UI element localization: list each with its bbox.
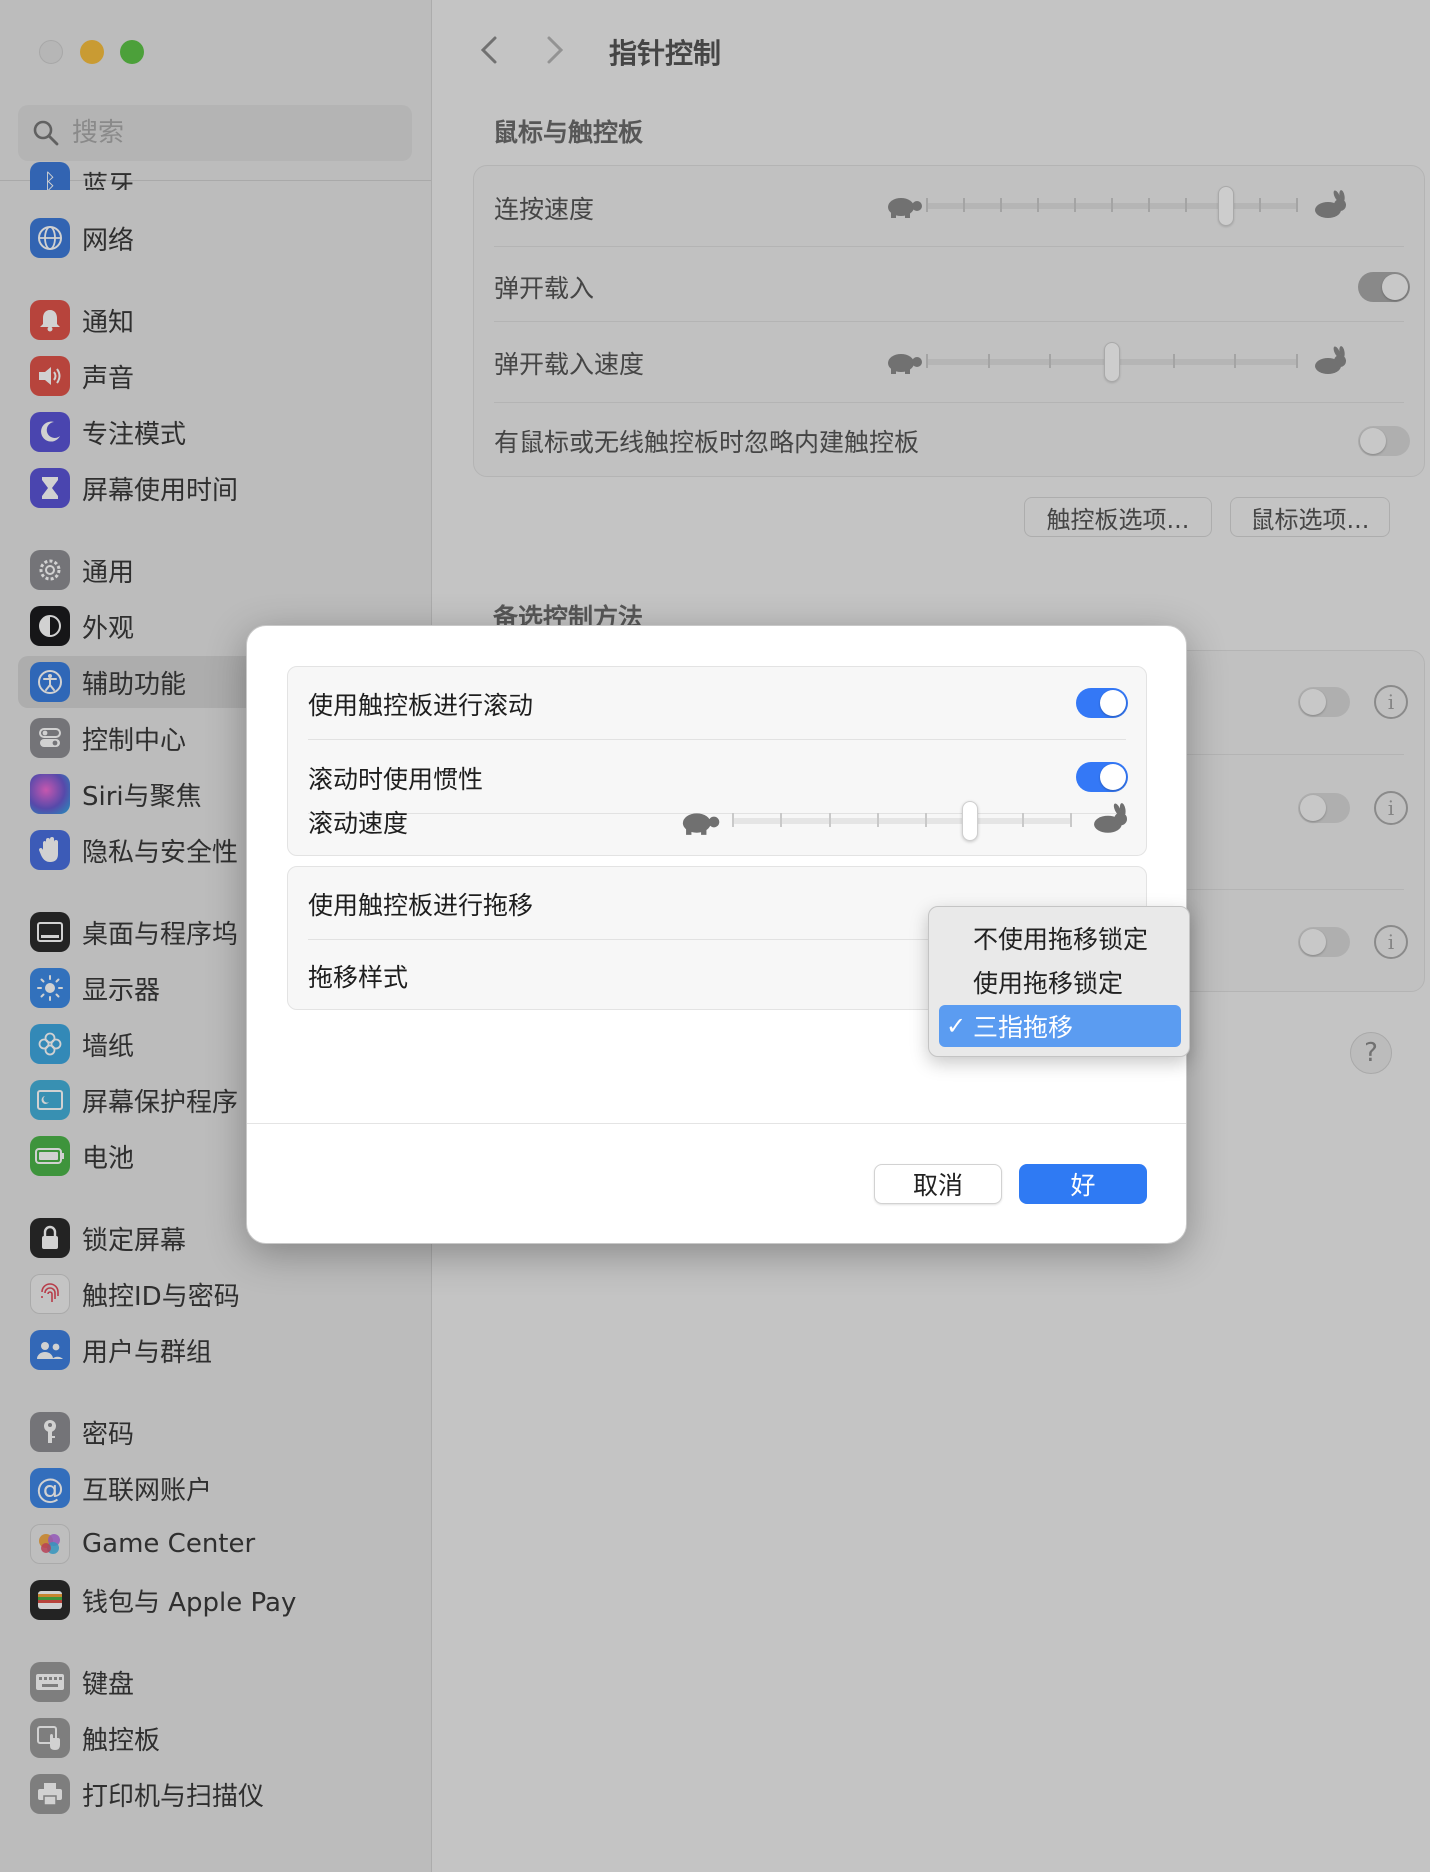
- slider-tick: [877, 813, 879, 827]
- menu-item-label: 使用拖移锁定: [973, 969, 1124, 998]
- ok-button[interactable]: 好: [1019, 1164, 1147, 1204]
- row-divider: [308, 739, 1126, 740]
- scroll-speed-label: 滚动速度: [308, 809, 409, 838]
- menu-item-label: 三指拖移: [973, 1013, 1074, 1042]
- slider-tick: [732, 813, 734, 827]
- dialog-footer-divider: [247, 1123, 1186, 1124]
- slider-tick: [780, 813, 782, 827]
- slider-knob[interactable]: [962, 801, 978, 841]
- rabbit-icon: [1094, 803, 1127, 833]
- slider-tick: [1070, 813, 1072, 827]
- slider-tick: [925, 813, 927, 827]
- slider-tick: [829, 813, 831, 827]
- drag-with-trackpad-label: 使用触控板进行拖移: [308, 891, 534, 920]
- scroll-speed-slider[interactable]: [732, 801, 1072, 841]
- slider-tick: [1022, 813, 1024, 827]
- scroll-with-trackpad-toggle[interactable]: [1076, 688, 1128, 718]
- scroll-with-trackpad-row: 使用触控板进行滚动: [308, 667, 1126, 741]
- scroll-group: 使用触控板进行滚动 滚动时使用惯性 滚动速度: [287, 666, 1147, 856]
- menu-item-drag-lock[interactable]: 使用拖移锁定: [939, 961, 1181, 1003]
- cancel-button[interactable]: 取消: [874, 1164, 1002, 1204]
- drag-style-label: 拖移样式: [308, 963, 409, 992]
- menu-item-no-drag-lock[interactable]: 不使用拖移锁定: [939, 917, 1181, 959]
- turtle-icon: [682, 813, 720, 835]
- menu-item-label: 不使用拖移锁定: [973, 925, 1149, 954]
- scroll-with-trackpad-label: 使用触控板进行滚动: [308, 691, 534, 720]
- drag-style-popup-menu: 不使用拖移锁定 使用拖移锁定 ✓ 三指拖移: [928, 906, 1190, 1057]
- menu-item-three-finger-drag[interactable]: ✓ 三指拖移: [939, 1005, 1181, 1047]
- checkmark-icon: ✓: [945, 1012, 967, 1040]
